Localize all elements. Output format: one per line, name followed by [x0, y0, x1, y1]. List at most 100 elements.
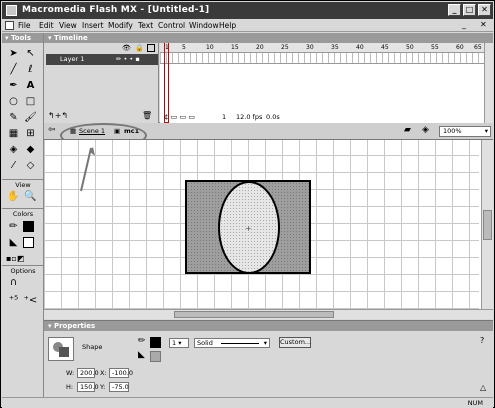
width-label: W:	[66, 369, 75, 377]
menu-view[interactable]: View	[59, 21, 77, 30]
trash-icon[interactable]: 🗑	[142, 111, 152, 120]
stage-horizontal-scrollbar[interactable]	[44, 309, 493, 319]
menu-help[interactable]: Help	[219, 21, 236, 30]
zoom-icon[interactable]: 🔍	[23, 189, 38, 204]
paint-bucket-icon[interactable]: ◆	[23, 142, 38, 157]
ruler-label: 10	[206, 44, 214, 51]
menu-file[interactable]: File	[18, 21, 31, 30]
edit-scene-icon[interactable]: ▰	[404, 125, 411, 135]
smooth-icon[interactable]: ⁺⁵	[6, 293, 21, 308]
back-arrow-icon[interactable]: ⇦	[48, 125, 56, 135]
stroke-color-swatch[interactable]	[23, 221, 34, 232]
menu-modify[interactable]: Modify	[108, 21, 133, 30]
custom-button[interactable]: Custom...	[279, 337, 311, 348]
color-options-icon[interactable]: ▪▫◩	[6, 251, 24, 266]
height-value: 150.0	[80, 383, 99, 391]
outline-icon[interactable]	[147, 44, 155, 52]
timeline-header[interactable]: ▾ Timeline	[44, 33, 493, 43]
layer-frames[interactable]	[160, 53, 484, 64]
flash-window: Macromedia Flash MX - [Untitled-1] _ □ ✕…	[0, 0, 495, 408]
stroke-width-field[interactable]: 1 ▾	[169, 338, 189, 348]
edit-symbol-icon[interactable]: ◈	[422, 125, 429, 135]
layer-row[interactable]: Layer 1 ✏ • • ▪	[46, 54, 158, 65]
text-icon[interactable]: A	[23, 78, 38, 93]
stage-area[interactable]: +	[44, 140, 493, 319]
width-field[interactable]: 200.0	[77, 368, 99, 378]
oval-icon[interactable]: ○	[6, 94, 21, 109]
menu-edit[interactable]: Edit	[39, 21, 54, 30]
title-bar: Macromedia Flash MX - [Untitled-1] _ □ ✕	[2, 2, 493, 19]
brush-icon[interactable]: 🖌	[23, 110, 38, 125]
subselect-icon[interactable]: ↖	[23, 46, 38, 61]
maximize-button[interactable]: □	[463, 4, 476, 16]
vertical-scroll-thumb[interactable]	[483, 210, 492, 240]
snap-magnet-icon[interactable]: ∩	[6, 275, 21, 290]
properties-title: Properties	[53, 322, 96, 330]
onion-skin-icon[interactable]: ¢ ▭ ▭ ▭	[164, 113, 195, 121]
stroke-color-icon[interactable]: ✏	[6, 219, 21, 234]
hand-icon[interactable]: ✋	[6, 189, 21, 204]
ruler-label: 45	[381, 44, 389, 51]
registration-point: +	[245, 224, 252, 233]
num-lock-indicator: NUM	[467, 399, 483, 407]
ruler-label: 20	[256, 44, 264, 51]
minimize-button[interactable]: _	[448, 4, 461, 16]
lock-icon[interactable]: 🔒	[135, 44, 144, 52]
doc-close-button[interactable]: ✕	[480, 20, 487, 29]
height-field[interactable]: 150.0	[77, 382, 99, 392]
lasso-icon[interactable]: ℓ	[23, 62, 38, 77]
straighten-icon[interactable]: ⁺<	[23, 293, 38, 308]
ink-bottle-icon[interactable]: ◈	[6, 142, 21, 157]
options-section-label: Options	[2, 265, 44, 275]
menu-control[interactable]: Control	[158, 21, 185, 30]
ruler-label: 50	[406, 44, 414, 51]
stroke-style-select[interactable]: Solid ▾	[194, 338, 270, 348]
arrow-icon[interactable]: ➤	[6, 46, 21, 61]
tools-title: Tools	[10, 34, 31, 42]
stroke-color-swatch[interactable]	[150, 337, 161, 348]
eyedropper-icon[interactable]: ⁄	[6, 158, 21, 173]
timeline-scrollbar[interactable]	[484, 43, 493, 123]
menu-bar: File Edit View Insert Modify Text Contro…	[2, 19, 493, 32]
fill-transform-icon[interactable]: ▦	[6, 126, 21, 141]
view-section-label: View	[2, 179, 44, 189]
pencil-icon[interactable]: ✎	[6, 110, 21, 125]
properties-header[interactable]: ▾ Properties	[44, 321, 493, 331]
tools-panel: ▾ Tools ➤ ↖ ╱ ℓ ✒ A ○ □ ✎ 🖌 ▦ ⊞ ◈ ◆ ⁄ ◇ …	[2, 33, 44, 397]
pencil-icon: ✏ • • ▪	[116, 55, 140, 63]
ruler-label: 25	[281, 44, 289, 51]
eraser-icon[interactable]: ◇	[23, 158, 38, 173]
menu-text[interactable]: Text	[138, 21, 153, 30]
close-button[interactable]: ✕	[478, 4, 491, 16]
layers-column: 👁 🔒 Layer 1 ✏ • • ▪ ↰+↰ 🗑	[44, 43, 159, 123]
doc-minimize-button[interactable]: _	[462, 20, 466, 29]
fill-color-swatch[interactable]	[150, 351, 161, 362]
tools-panel-header[interactable]: ▾ Tools	[2, 33, 43, 43]
flash-app-icon	[6, 5, 17, 16]
ruler-label: 5	[182, 44, 186, 51]
menu-insert[interactable]: Insert	[82, 21, 104, 30]
x-label: X:	[100, 369, 107, 377]
pen-icon[interactable]: ✒	[6, 78, 21, 93]
line-icon[interactable]: ╱	[6, 62, 21, 77]
menu-window[interactable]: Window	[189, 21, 219, 30]
help-icon[interactable]: ?	[480, 336, 484, 345]
fill-color-swatch[interactable]	[23, 237, 34, 248]
x-field[interactable]: -100.0	[109, 368, 133, 378]
layer-name: Layer 1	[60, 55, 85, 63]
fill-color-icon[interactable]: ◣	[6, 235, 21, 250]
eye-icon[interactable]: 👁	[122, 44, 131, 52]
x-value: -100.0	[112, 369, 133, 377]
stage-vertical-scrollbar[interactable]	[481, 140, 493, 309]
free-transform-icon[interactable]: ⊞	[23, 126, 38, 141]
window-title: Macromedia Flash MX - [Untitled-1]	[22, 5, 210, 15]
add-layer-icon[interactable]: ↰+↰	[48, 111, 68, 120]
horizontal-scroll-thumb[interactable]	[174, 311, 334, 318]
fill-bucket-icon: ◣	[138, 350, 145, 360]
rectangle-icon[interactable]: □	[23, 94, 38, 109]
zoom-select[interactable]: 100% ▾	[439, 126, 491, 137]
shape-type-icon	[48, 337, 74, 361]
expand-icon[interactable]: △	[480, 383, 486, 392]
document-icon[interactable]	[5, 21, 14, 30]
y-field[interactable]: -75.0	[109, 382, 129, 392]
